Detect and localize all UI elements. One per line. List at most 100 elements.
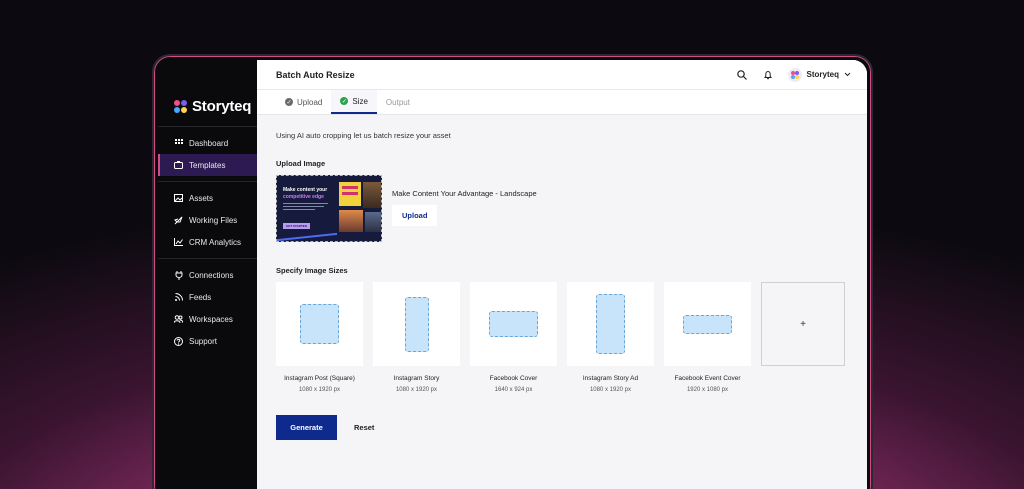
size-dimensions: 1080 x 1920 px (298, 387, 341, 393)
aspect-ratio-shape (300, 304, 339, 344)
plug-icon (174, 270, 183, 280)
reset-button[interactable]: Reset (354, 423, 374, 432)
intro-text: Using AI auto cropping let us batch resi… (276, 131, 451, 140)
thumbnail-cta: GET STARTED (283, 223, 310, 229)
size-name: Instagram Story Ad (582, 375, 639, 382)
chevron-down-icon (844, 70, 851, 79)
sidebar-item-support[interactable]: Support (158, 330, 257, 352)
size-name: Instagram Post (Square) (284, 375, 355, 382)
size-card-instagram-story[interactable]: Instagram Story 1080 x 1920 px (373, 282, 460, 393)
grid-icon (174, 139, 183, 148)
size-preview (373, 282, 460, 366)
thumbnail-accent-line (277, 228, 337, 241)
thumbnail-photo (363, 182, 381, 208)
search-icon[interactable] (736, 69, 748, 81)
sidebar-item-label: Dashboard (189, 138, 229, 148)
thumbnail-headline-1: Make content your (283, 187, 328, 193)
generate-button[interactable]: Generate (276, 415, 337, 440)
sidebar-item-label: CRM Analytics (189, 237, 242, 247)
sidebar-item-connections[interactable]: Connections (158, 264, 257, 286)
feed-icon (174, 293, 183, 302)
upload-section-label: Upload Image (276, 159, 326, 168)
nav-group-main: Dashboard Templates (158, 126, 257, 181)
image-icon (174, 194, 183, 203)
thumbnail-photo (339, 182, 361, 206)
add-size-button[interactable]: + (761, 282, 845, 366)
tab-label: Output (385, 97, 410, 107)
sidebar-item-label: Templates (189, 160, 226, 170)
nav-group-settings: Connections Feeds Workspaces Support (158, 258, 257, 357)
sidebar-item-working-files[interactable]: Working Files (158, 209, 257, 231)
size-preview (470, 282, 557, 366)
top-bar-actions: Storyteq (736, 67, 851, 82)
step-tabs: ✓ Upload ✓ Size Output (257, 90, 867, 115)
sidebar: Storyteq Dashboard Templates Assets Work… (158, 60, 257, 489)
thumbnail-body-lines (283, 203, 328, 213)
sidebar-item-label: Assets (189, 193, 214, 203)
plus-icon: + (800, 318, 806, 330)
size-card-instagram-post[interactable]: Instagram Post (Square) 1080 x 1920 px (276, 282, 363, 393)
content-area: Using AI auto cropping let us batch resi… (257, 115, 867, 456)
form-actions: Generate Reset (276, 415, 848, 440)
page-title: Batch Auto Resize (276, 69, 355, 80)
uploaded-image-thumbnail: Make content your competitive edge GET S… (276, 175, 382, 242)
sidebar-item-workspaces[interactable]: Workspaces (158, 308, 257, 330)
tab-size[interactable]: ✓ Size (331, 90, 377, 114)
logo-text: Storyteq (192, 98, 252, 115)
top-bar: Batch Auto Resize Storyteq (257, 60, 867, 90)
logo-icon (174, 100, 187, 113)
size-preview (276, 282, 363, 366)
size-name: Facebook Event Cover (674, 375, 741, 382)
brand-logo[interactable]: Storyteq (158, 60, 257, 126)
avatar (787, 67, 802, 82)
sidebar-item-label: Support (189, 336, 218, 346)
size-preview (567, 282, 654, 366)
aspect-ratio-shape (404, 296, 429, 352)
size-name: Facebook Cover (489, 375, 538, 382)
main-panel: Batch Auto Resize Storyteq ✓ Upload ✓ Si… (257, 60, 867, 489)
check-circle-icon: ✓ (285, 98, 293, 106)
thumbnail-photo (365, 212, 381, 232)
aspect-ratio-shape (489, 311, 538, 337)
sidebar-item-feeds[interactable]: Feeds (158, 286, 257, 308)
tab-label: Size (352, 96, 368, 106)
tab-upload[interactable]: ✓ Upload (276, 90, 331, 114)
upload-row: Make content your competitive edge GET S… (276, 175, 848, 242)
aspect-ratio-shape (596, 294, 625, 354)
size-card-instagram-story-ad[interactable]: Instagram Story Ad 1080 x 1920 px (567, 282, 654, 393)
upload-file-name: Make Content Your Advantage - Landscape (392, 189, 537, 198)
sidebar-item-crm-analytics[interactable]: CRM Analytics (158, 231, 257, 253)
aspect-ratio-shape (683, 314, 732, 334)
tab-output[interactable]: Output (377, 90, 419, 114)
bell-icon[interactable] (762, 69, 774, 81)
sidebar-item-assets[interactable]: Assets (158, 187, 257, 209)
sidebar-item-dashboard[interactable]: Dashboard (158, 132, 257, 154)
chart-icon (174, 238, 183, 247)
device-frame: Storyteq Dashboard Templates Assets Work… (152, 54, 873, 489)
help-icon (174, 336, 183, 346)
templates-icon (174, 161, 183, 170)
size-name: Instagram Story (393, 375, 440, 382)
users-icon (174, 315, 183, 324)
size-dimensions: 1080 x 1920 px (395, 387, 438, 393)
sizes-section-label: Specify Image Sizes (276, 266, 348, 275)
size-preview (664, 282, 751, 366)
size-card-facebook-event-cover[interactable]: Facebook Event Cover 1920 x 1080 px (664, 282, 751, 393)
thumbnail-photo (339, 210, 363, 232)
size-dimensions: 1920 x 1080 px (686, 387, 729, 393)
check-circle-icon: ✓ (340, 97, 349, 105)
user-menu[interactable]: Storyteq (787, 67, 851, 82)
upload-button[interactable]: Upload (392, 205, 438, 226)
thumbnail-headline-2: competitive edge (283, 194, 324, 200)
size-dimensions: 1640 x 924 px (494, 387, 533, 393)
tab-label: Upload (297, 97, 323, 107)
sidebar-item-label: Workspaces (189, 314, 233, 324)
upload-meta: Make Content Your Advantage - Landscape … (392, 175, 537, 226)
rocket-icon (174, 216, 183, 225)
size-card-facebook-cover[interactable]: Facebook Cover 1640 x 924 px (470, 282, 557, 393)
user-name: Storyteq (806, 70, 839, 79)
sidebar-item-templates[interactable]: Templates (158, 154, 257, 176)
sidebar-item-label: Feeds (189, 292, 212, 302)
size-dimensions: 1080 x 1920 px (589, 387, 632, 393)
size-options: Instagram Post (Square) 1080 x 1920 px I… (276, 282, 848, 393)
